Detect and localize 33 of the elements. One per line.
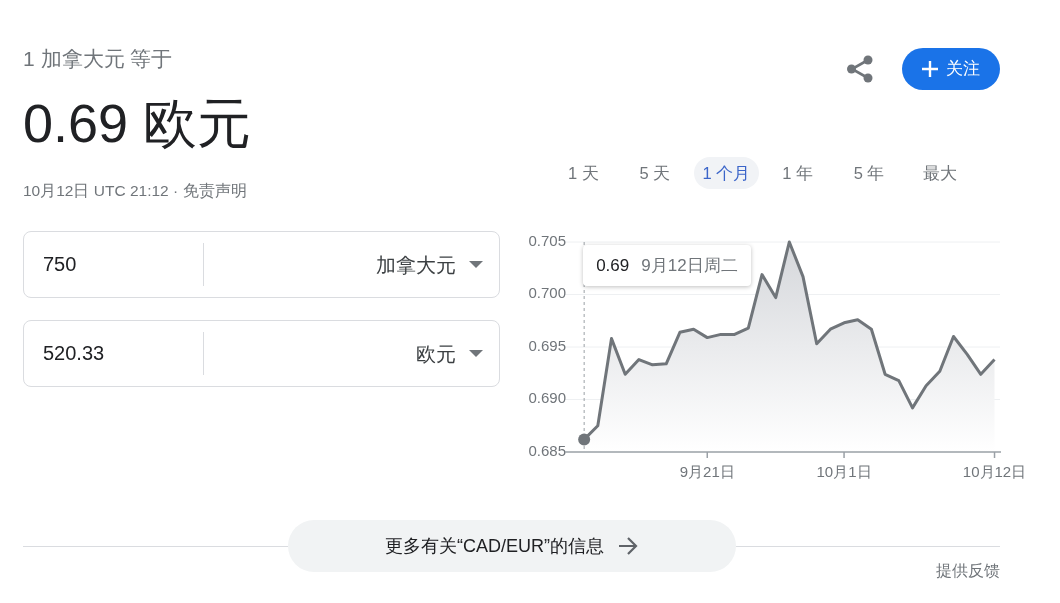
more-info-button[interactable]: 更多有关“CAD/EUR”的信息 [287,520,736,572]
disclaimer-link[interactable]: 免责声明 [182,182,247,199]
x-axis-label: 9月21日 [679,462,735,480]
feedback-link[interactable]: 提供反馈 [936,562,1000,579]
plus-icon [922,61,938,77]
tooltip-value: 0.69 [596,254,630,277]
amount-input[interactable]: 750 [43,242,203,287]
range-tab[interactable]: 1 天 [551,157,616,189]
range-tab[interactable]: 5 年 [836,157,902,189]
currency-dropdown[interactable]: 加拿大元 [204,242,483,287]
y-axis-label: 0.700 [528,284,566,302]
conversion-subtitle: 1 加拿大元 等于 [23,46,174,72]
arrow-right-icon [618,537,638,555]
x-axis-label: 10月1日 [816,462,872,480]
follow-button[interactable]: 关注 [902,48,1000,90]
currency-dropdown[interactable]: 欧元 [204,331,483,376]
caret-icon [469,350,483,357]
caret-icon [469,261,483,268]
exchange-rate: 0.69 欧元 [23,92,253,155]
range-tab[interactable]: 1 年 [765,157,831,189]
hover-point-marker [578,433,591,446]
y-axis-label: 0.695 [528,336,566,354]
amount-input[interactable]: 520.33 [43,331,203,376]
y-axis-label: 0.705 [528,231,566,249]
x-axis-label: 10月12日 [962,462,1027,480]
y-axis-label: 0.690 [528,389,566,407]
share-icon[interactable] [846,55,874,83]
tooltip-date: 9月12日周二 [641,254,738,277]
range-tab[interactable]: 1 个月 [693,157,759,189]
range-tab[interactable]: 5 天 [622,157,688,189]
update-timestamp: 10月12日 UTC 21:12 · [23,182,180,199]
range-tab[interactable]: 最大 [907,157,973,189]
y-axis-label: 0.685 [528,441,566,459]
